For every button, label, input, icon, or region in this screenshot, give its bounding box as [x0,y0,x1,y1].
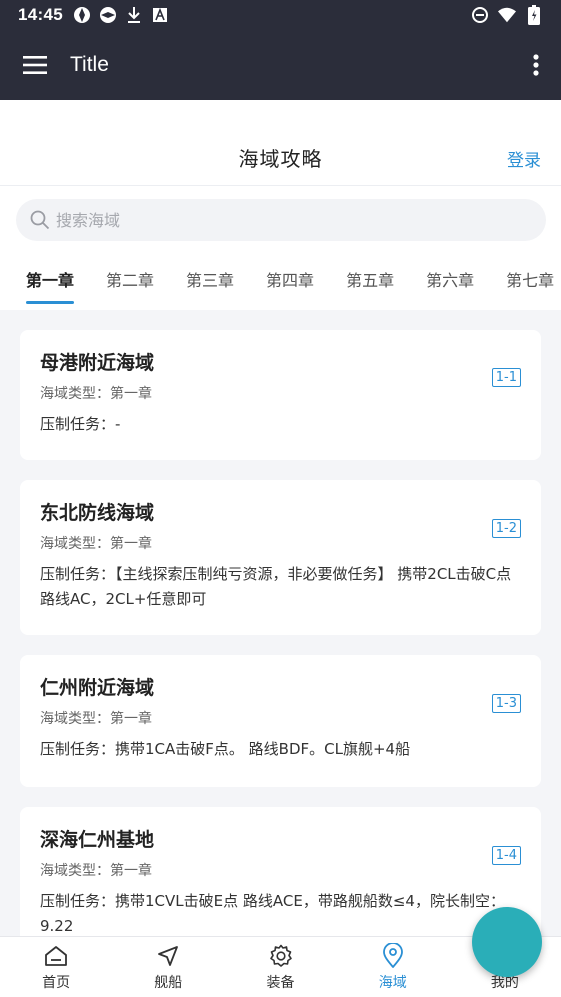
more-vert-icon [533,54,539,76]
stage-badge: 1-2 [491,519,521,538]
sea-area-card[interactable]: 仁州附近海域 海域类型：第一章 压制任务：携带1CA击破F点。 路线BDF。CL… [20,655,541,787]
nav-label: 装备 [266,975,295,991]
navigation-arrow-icon [155,943,181,969]
stage-badge: 1-3 [491,694,521,713]
home-icon [43,943,69,969]
tab-chapter-4[interactable]: 第四章 [250,258,330,304]
gear-icon [268,943,294,969]
card-title: 深海仁州基地 [40,829,155,851]
stage-badge: 1-1 [491,368,521,387]
tab-chapter-3[interactable]: 第三章 [170,258,250,304]
menu-button[interactable] [0,30,70,100]
card-title: 东北防线海域 [40,502,155,524]
search-icon [30,210,50,230]
card-type: 海域类型：第一章 [40,536,152,552]
nav-label: 首页 [42,975,71,991]
sea-area-list: 母港附近海域 海域类型：第一章 压制任务：- 1-1 东北防线海域 海域类型：第… [0,310,561,936]
download-icon [125,6,143,24]
location-pin-icon [380,943,406,969]
sea-area-card[interactable]: 母港附近海域 海域类型：第一章 压制任务：- 1-1 [20,330,541,460]
tab-chapter-7[interactable]: 第七章 [490,258,561,304]
nav-label: 舰船 [154,975,183,991]
search-bar[interactable] [16,199,546,241]
card-task: 压制任务：- [40,415,121,433]
status-time: 14:45 [18,5,63,24]
nav-item-ships[interactable]: 舰船 [112,937,224,997]
dnd-circle-icon [471,6,489,24]
card-type: 海域类型：第一章 [40,863,152,879]
nav-label: 海域 [378,975,407,991]
chapter-tabs: 第一章 第二章 第三章 第四章 第五章 第六章 第七章 [0,258,561,310]
more-options-button[interactable] [511,30,561,100]
app-notification-icon [99,6,117,24]
search-input[interactable] [56,210,476,230]
sea-area-card[interactable]: 东北防线海域 海域类型：第一章 压制任务：【主线探索压制纯亏资源，非必要做任务】… [20,480,541,635]
hamburger-menu-icon [23,56,47,74]
card-title: 仁州附近海域 [40,677,155,699]
app-notification-icon [73,6,91,24]
floating-action-button[interactable] [472,907,542,977]
card-type: 海域类型：第一章 [40,386,152,402]
nav-item-sea-area[interactable]: 海域 [337,937,449,997]
tab-chapter-6[interactable]: 第六章 [410,258,490,304]
tab-chapter-2[interactable]: 第二章 [90,258,170,304]
nav-item-equipment[interactable]: 装备 [224,937,336,997]
card-title: 母港附近海域 [40,352,155,374]
card-task: 压制任务：携带1CVL击破E点 路线ACE，带路舰船数≤4，院长制空：9.22 [40,892,505,935]
status-bar: 14:45 [0,0,561,30]
tab-chapter-1[interactable]: 第一章 [0,258,90,304]
nav-item-home[interactable]: 首页 [0,937,112,997]
tab-chapter-5[interactable]: 第五章 [330,258,410,304]
app-bar: Title [0,30,561,100]
sea-area-card[interactable]: 深海仁州基地 海域类型：第一章 压制任务：携带1CVL击破E点 路线ACE，带路… [20,807,541,936]
card-task: 压制任务：携带1CA击破F点。 路线BDF。CL旗舰+4船 [40,740,411,758]
app-title: Title [70,53,109,76]
login-link[interactable]: 登录 [507,146,541,171]
stage-badge: 1-4 [491,846,521,865]
wifi-icon [498,6,516,24]
page-header: 海域攻略 登录 [0,130,561,186]
card-task: 压制任务：【主线探索压制纯亏资源，非必要做任务】 携带2CL击破C点 路线AC，… [40,565,512,608]
font-a-icon [151,6,169,24]
battery-icon [525,5,543,25]
page-title: 海域攻略 [238,147,323,171]
card-type: 海域类型：第一章 [40,711,152,727]
